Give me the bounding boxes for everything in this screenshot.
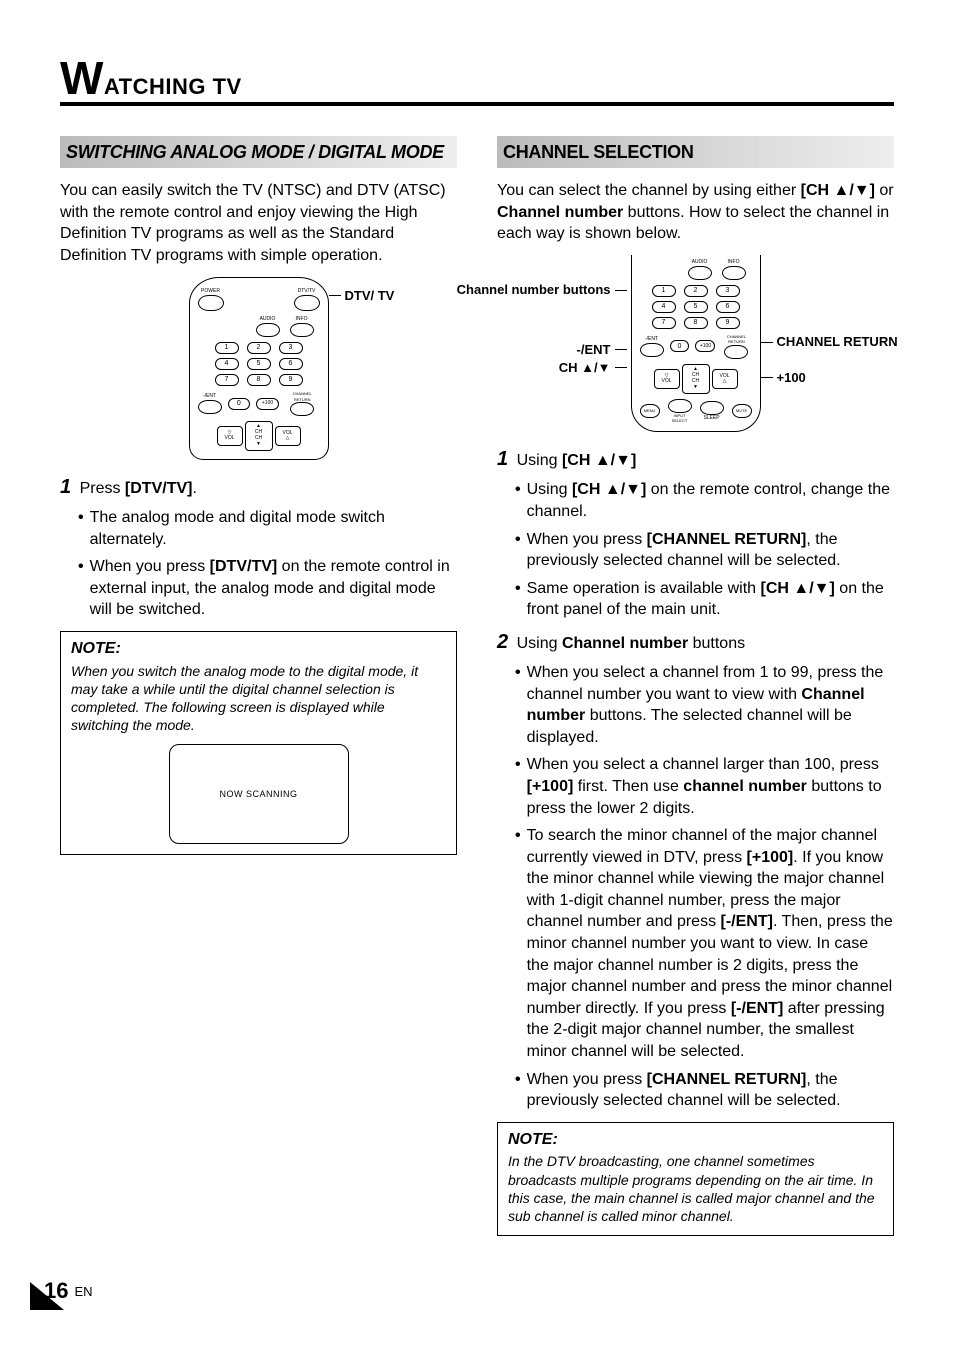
- ch-mid-icon: ▲CHCH▼: [245, 421, 273, 451]
- callout-chav: CH ▲/▼: [559, 359, 611, 377]
- num-7: 7: [215, 374, 239, 386]
- vol-up-icon-r: VOL△: [712, 369, 738, 389]
- left-column: SWITCHING ANALOG MODE / DIGITAL MODE You…: [60, 136, 457, 1236]
- left-intro: You can easily switch the TV (NTSC) and …: [60, 180, 457, 266]
- r-s2-b2: • When you select a channel larger than …: [515, 754, 894, 819]
- input-button-icon: [668, 399, 692, 413]
- page-number: 16 EN: [44, 1278, 89, 1304]
- ch-mid-icon-r: ▲CHCH▼: [682, 364, 710, 394]
- left-note: NOTE: When you switch the analog mode to…: [60, 631, 457, 855]
- num-6: 6: [279, 358, 303, 370]
- now-scanning-text: NOW SCANNING: [220, 788, 298, 800]
- right-note-body: In the DTV broadcasting, one channel som…: [508, 1152, 883, 1225]
- note-title: NOTE:: [71, 638, 446, 660]
- remote-numpad: 1 2 3 4 5 6 7 8 9: [215, 342, 303, 386]
- num-8: 8: [247, 374, 271, 386]
- step-number: 1: [60, 476, 71, 498]
- menu-button-icon: MENU: [640, 404, 660, 418]
- note-body: When you switch the analog mode to the d…: [71, 662, 446, 735]
- r-s1-b2: • When you press [CHANNEL RETURN], the p…: [515, 529, 894, 572]
- callout-ent: -/ENT: [577, 341, 611, 359]
- chapter-title: WATCHING TV: [60, 60, 894, 106]
- right-step-1: 1 Using [CH ▲/▼]: [497, 446, 894, 473]
- right-note-title: NOTE:: [508, 1129, 883, 1151]
- section-heading-switching: SWITCHING ANALOG MODE / DIGITAL MODE: [60, 136, 457, 168]
- ent-button-icon: [198, 400, 222, 414]
- r-s1-b3: • Same operation is available with [CH ▲…: [515, 578, 894, 621]
- left-bullet-1: •The analog mode and digital mode switch…: [78, 507, 457, 550]
- plus100-button-icon: +100: [256, 398, 279, 410]
- section-heading-channel: CHANNEL SELECTION: [497, 136, 894, 168]
- num-0: 0: [228, 398, 251, 410]
- info-button-icon: [722, 266, 746, 280]
- callout-chret: CHANNEL RETURN: [777, 335, 898, 349]
- vol-down-icon-r: ▽VOL: [654, 369, 680, 389]
- info-button-icon: [290, 323, 314, 337]
- left-step-1: 1 Press [DTV/TV].: [60, 474, 457, 501]
- chreturn-button-icon-r: [724, 345, 748, 359]
- r-s2-b1: • When you select a channel from 1 to 99…: [515, 662, 894, 748]
- ent-button-icon-r: [640, 343, 664, 357]
- remote-label-power: POWER: [201, 288, 220, 295]
- callout-plus100: +100: [777, 369, 806, 387]
- num-2: 2: [247, 342, 271, 354]
- audio-button-icon: [256, 323, 280, 337]
- remote-figure-left: POWER DTV/TV AUDIO: [60, 277, 457, 460]
- chapter-rest: ATCHING TV: [104, 74, 242, 99]
- callout-dtvtv: DTV/ TV: [345, 287, 395, 305]
- left-bullet-2: •When you press [DTV/TV] on the remote c…: [78, 556, 457, 621]
- chapter-big-letter: W: [60, 52, 104, 104]
- now-scanning-box: NOW SCANNING: [169, 744, 349, 844]
- vol-up-icon: VOL△: [275, 426, 301, 446]
- num-5: 5: [247, 358, 271, 370]
- r-s2-b3: • To search the minor channel of the maj…: [515, 825, 894, 1063]
- plus100-button-icon-r: +100: [695, 340, 715, 352]
- remote-label-chret: CHANNEL RETURN: [285, 391, 320, 402]
- sleep-button-icon: [700, 401, 724, 415]
- remote-label-info: INFO: [296, 316, 308, 323]
- right-intro: You can select the channel by using eith…: [497, 180, 894, 245]
- page-number-value: 16: [44, 1278, 68, 1304]
- remote-figure-right: Channel number buttons -/ENT CH ▲/▼ AUDI…: [497, 255, 894, 432]
- power-button-icon: [198, 295, 224, 311]
- remote-label-ent: -/ENT: [203, 393, 216, 400]
- right-note: NOTE: In the DTV broadcasting, one chann…: [497, 1122, 894, 1236]
- vol-down-icon: ▽VOL: [217, 426, 243, 446]
- mute-button-icon: MUTE: [732, 404, 752, 418]
- remote-label-dtvtv: DTV/TV: [298, 288, 316, 295]
- num-4: 4: [215, 358, 239, 370]
- remote-label-audio: AUDIO: [260, 316, 276, 323]
- r-s1-b1: • Using [CH ▲/▼] on the remote control, …: [515, 479, 894, 522]
- num-3: 3: [279, 342, 303, 354]
- remote-nav-block: ▽VOL ▲CHCH▼ VOL△: [217, 421, 301, 451]
- dtvtv-button-icon: [294, 295, 320, 311]
- num-1: 1: [215, 342, 239, 354]
- right-column: CHANNEL SELECTION You can select the cha…: [497, 136, 894, 1236]
- right-step-2: 2 Using Channel number buttons: [497, 629, 894, 656]
- chreturn-button-icon: [290, 402, 314, 416]
- page-lang: EN: [74, 1284, 92, 1299]
- audio-button-icon: [688, 266, 712, 280]
- num-9: 9: [279, 374, 303, 386]
- remote-numpad-r: 123 456 789: [652, 285, 740, 329]
- callout-chnum: Channel number buttons: [457, 283, 611, 297]
- r-s2-b4: • When you press [CHANNEL RETURN], the p…: [515, 1069, 894, 1112]
